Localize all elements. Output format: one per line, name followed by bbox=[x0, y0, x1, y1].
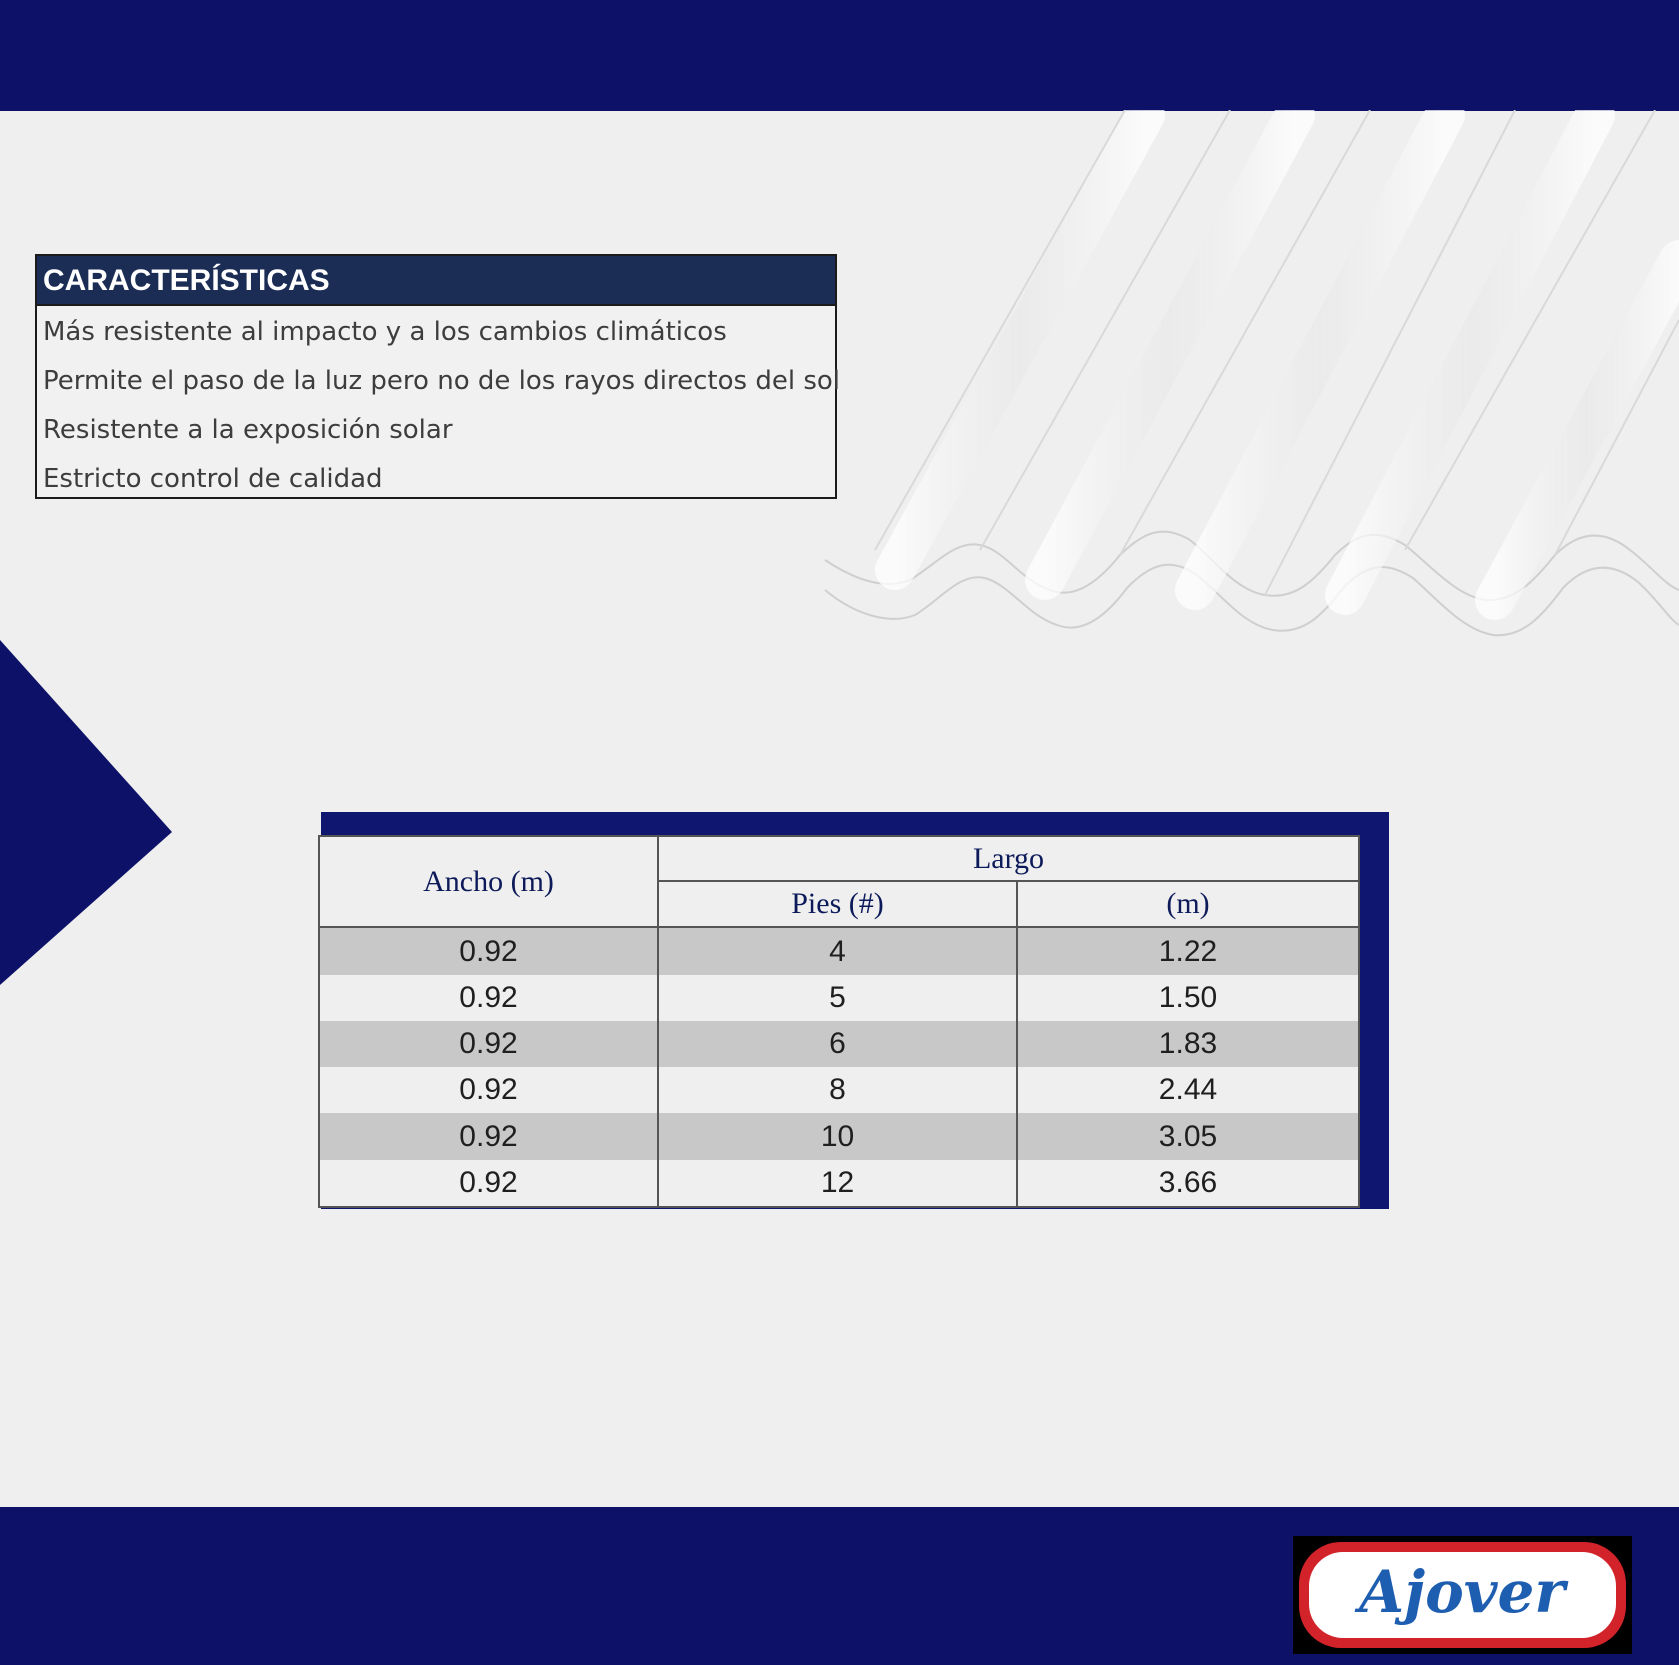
dimensions-table: Ancho (m) Largo Pies (#) (m) 0.92 4 1.22… bbox=[318, 834, 1360, 1209]
corrugated-sheet-image bbox=[824, 110, 1679, 637]
ancho-cell: 0.92 bbox=[318, 927, 659, 975]
feature-item: Más resistente al impacto y a los cambio… bbox=[43, 317, 727, 347]
feature-item: Estricto control de calidad bbox=[43, 464, 383, 494]
feature-item: Permite el paso de la luz pero no de los… bbox=[43, 366, 841, 396]
ancho-cell: 0.92 bbox=[318, 974, 659, 1021]
features-title: CARACTERÍSTICAS bbox=[37, 256, 835, 306]
table-row: 0.92 5 1.50 bbox=[318, 974, 1360, 1021]
metros-cell: 3.05 bbox=[1016, 1113, 1360, 1160]
table-row: 0.92 8 2.44 bbox=[318, 1067, 1360, 1114]
metros-cell: 2.44 bbox=[1016, 1067, 1360, 1114]
ancho-cell: 0.92 bbox=[318, 1113, 659, 1160]
metros-cell: 1.22 bbox=[1016, 927, 1360, 975]
pies-cell: 12 bbox=[657, 1159, 1018, 1209]
features-list: Más resistente al impacto y a los cambio… bbox=[37, 306, 841, 502]
table-row: 0.92 4 1.22 bbox=[318, 927, 1360, 975]
top-band bbox=[0, 0, 1679, 111]
pies-cell: 6 bbox=[657, 1020, 1018, 1068]
ajover-logo: Ajover bbox=[1293, 1536, 1632, 1654]
feature-item: Resistente a la exposición solar bbox=[43, 415, 453, 445]
arrow-decoration bbox=[0, 640, 172, 985]
ancho-cell: 0.92 bbox=[318, 1020, 659, 1068]
metros-cell: 1.50 bbox=[1016, 974, 1360, 1021]
logo-text: Ajover bbox=[1354, 1558, 1569, 1626]
pies-cell: 5 bbox=[657, 974, 1018, 1021]
pies-header: Pies (#) bbox=[657, 880, 1018, 929]
metros-cell: 3.66 bbox=[1016, 1159, 1360, 1209]
pies-cell: 8 bbox=[657, 1067, 1018, 1114]
pies-cell: 10 bbox=[657, 1113, 1018, 1160]
dimensions-table-wrap: Ancho (m) Largo Pies (#) (m) 0.92 4 1.22… bbox=[318, 834, 1360, 1209]
ancho-cell: 0.92 bbox=[318, 1159, 659, 1209]
ancho-cell: 0.92 bbox=[318, 1067, 659, 1114]
largo-header: Largo bbox=[657, 834, 1360, 883]
ancho-header: Ancho (m) bbox=[318, 834, 659, 929]
table-row: 0.92 6 1.83 bbox=[318, 1020, 1360, 1068]
table-row: 0.92 12 3.66 bbox=[318, 1159, 1360, 1209]
metros-cell: 1.83 bbox=[1016, 1020, 1360, 1068]
pies-cell: 4 bbox=[657, 927, 1018, 975]
table-row: 0.92 10 3.05 bbox=[318, 1113, 1360, 1160]
features-box: CARACTERÍSTICAS Más resistente al impact… bbox=[35, 254, 841, 502]
metros-header: (m) bbox=[1016, 880, 1360, 929]
